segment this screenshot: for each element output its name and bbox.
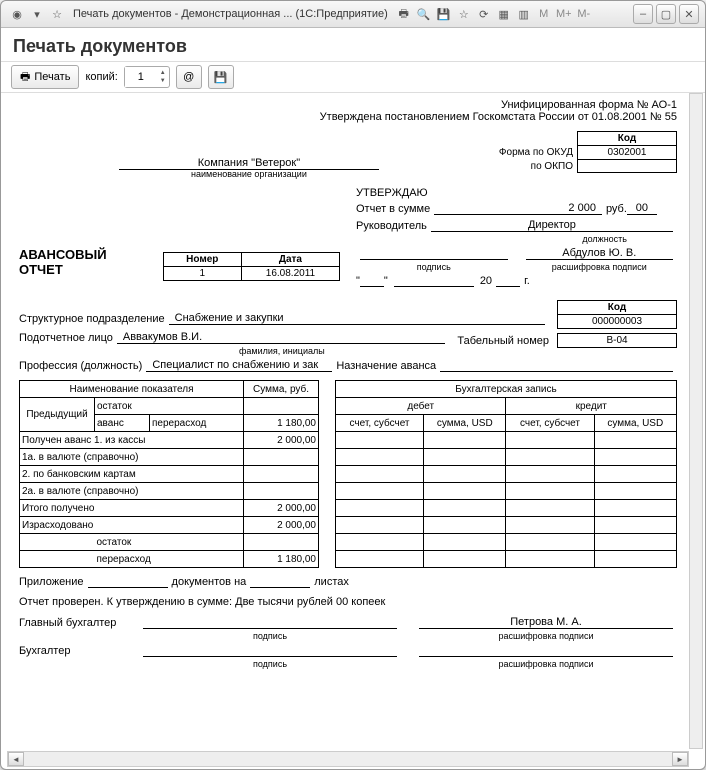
maximize-button[interactable]: ▢ xyxy=(656,4,676,24)
mminus-icon: M- xyxy=(576,6,592,22)
copies-label: копий: xyxy=(85,71,117,83)
scroll-left-icon[interactable]: ◄ xyxy=(8,752,24,766)
uniform-line1: Унифицированная форма № АО-1 xyxy=(19,99,677,111)
spin-up-icon[interactable]: ▲ xyxy=(157,69,169,77)
page-title: Печать документов xyxy=(1,28,705,62)
mplus-icon: M+ xyxy=(556,6,572,22)
vertical-scrollbar[interactable] xyxy=(689,93,703,749)
copies-spinner[interactable]: ▲ ▼ xyxy=(124,66,170,88)
scroll-right-icon[interactable]: ► xyxy=(672,752,688,766)
document-area: Унифицированная форма № АО-1 Утверждена … xyxy=(7,93,689,749)
okud-table: Код Форма по ОКУД0302001 по ОКПО xyxy=(495,131,677,173)
at-icon: @ xyxy=(183,71,194,83)
number-date-table: НомерДата 116.08.2011 xyxy=(163,252,340,281)
uniform-line2: Утверждена постановлением Госкомстата Ро… xyxy=(19,111,677,123)
window-title: Печать документов - Демонстрационная ...… xyxy=(73,8,388,20)
indicators-table: Наименование показателяСумма, руб. Преды… xyxy=(19,380,319,568)
copies-input[interactable] xyxy=(125,67,157,87)
code-table: Код 000000003 xyxy=(557,300,677,329)
fav-icon[interactable]: ☆ xyxy=(456,6,472,22)
print-icon[interactable]: 🖶 xyxy=(396,6,412,22)
dropdown-icon[interactable]: ▾ xyxy=(29,6,45,22)
calc-icon[interactable]: ▦ xyxy=(496,6,512,22)
app-1c-icon: ◉ xyxy=(9,6,25,22)
spin-down-icon[interactable]: ▼ xyxy=(157,77,169,85)
star-icon[interactable]: ☆ xyxy=(49,6,65,22)
print-button-label: Печать xyxy=(34,71,70,83)
minimize-button[interactable]: – xyxy=(633,4,653,24)
accounting-table: Бухгалтерская запись дебеткредит счет, с… xyxy=(335,380,677,568)
report-title: АВАНСОВЫЙ ОТЧЕТ xyxy=(19,247,163,281)
disk-icon: 💾 xyxy=(214,71,228,84)
titlebar: ◉ ▾ ☆ Печать документов - Демонстрационн… xyxy=(1,1,705,28)
org-caption: наименование организации xyxy=(19,169,479,179)
close-button[interactable]: ✕ xyxy=(679,4,699,24)
preview-icon[interactable]: 🔍 xyxy=(416,6,432,22)
email-button[interactable]: @ xyxy=(176,65,202,89)
toolbar: 🖶 Печать копий: ▲ ▼ @ 💾 xyxy=(1,62,705,93)
m-icon: M xyxy=(536,6,552,22)
save-icon[interactable]: 💾 xyxy=(436,6,452,22)
calendar-icon[interactable]: ▥ xyxy=(516,6,532,22)
printer-icon: 🖶 xyxy=(20,68,30,87)
history-icon[interactable]: ⟳ xyxy=(476,6,492,22)
approve-word: УТВЕРЖДАЮ xyxy=(356,187,677,199)
horizontal-scrollbar[interactable]: ◄ ► xyxy=(7,751,689,767)
print-button[interactable]: 🖶 Печать xyxy=(11,65,79,89)
save-doc-button[interactable]: 💾 xyxy=(208,65,234,89)
